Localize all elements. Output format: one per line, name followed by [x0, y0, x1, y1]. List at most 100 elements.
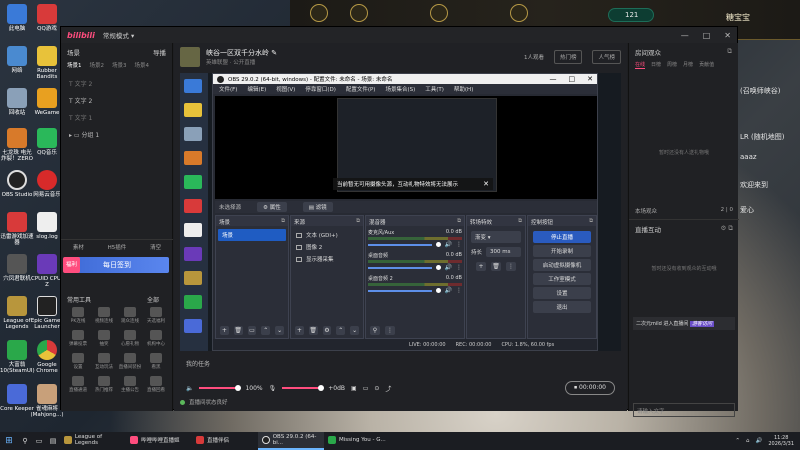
volume-slider[interactable]: [199, 385, 242, 391]
dock-menu-icon[interactable]: ⧉: [281, 218, 285, 224]
desktop-icon-network[interactable]: 网络: [0, 46, 34, 74]
desktop-icon-qq-music[interactable]: QQ音乐: [30, 128, 64, 156]
trash-icon[interactable]: 🗑: [491, 262, 501, 271]
my-tasks[interactable]: 我的任务: [186, 359, 210, 368]
taskbar-app-lol[interactable]: League of Legends: [60, 432, 126, 450]
tab-online[interactable]: 在线: [635, 61, 646, 69]
tool-settings[interactable]: 设置: [65, 353, 91, 370]
tab-scene-4[interactable]: 场景4: [135, 61, 150, 69]
volume-slider[interactable]: [368, 243, 432, 246]
menu-help[interactable]: 帮助(H): [454, 85, 473, 93]
screen-icon[interactable]: ▭: [363, 385, 369, 392]
source-item[interactable]: T 文字 2: [61, 92, 172, 109]
tool-video-link[interactable]: 视频连线: [91, 307, 117, 324]
clear-button[interactable]: 清空: [150, 243, 161, 251]
transition-select[interactable]: 渐变 ▾: [471, 231, 521, 243]
speaker-icon[interactable]: 🔊: [445, 287, 452, 294]
volume-slider[interactable]: [368, 266, 432, 269]
add-icon[interactable]: +: [295, 326, 304, 335]
volume-slider[interactable]: [368, 289, 432, 292]
close-icon[interactable]: ✕: [483, 180, 489, 188]
desktop-icon-core-keeper[interactable]: Core Keeper: [0, 384, 34, 412]
start-icon[interactable]: ⊞: [0, 436, 18, 446]
menu-scene-collection[interactable]: 场景集合(S): [385, 85, 415, 93]
hot-rank-button[interactable]: 热门榜: [553, 50, 583, 64]
volume-icon[interactable]: 🔊: [756, 438, 763, 444]
desktop-icon-xunlei[interactable]: 迅雷游戏加速器: [0, 212, 34, 246]
start-recording-button[interactable]: 开始录制: [533, 245, 591, 257]
tool-interact[interactable]: 互动玩法: [91, 353, 117, 370]
filters-button[interactable]: ▤ 滤镜: [302, 202, 333, 212]
camera-icon[interactable]: ▣: [351, 385, 357, 392]
trash-icon[interactable]: 🗑: [308, 326, 318, 335]
tab-scene-2[interactable]: 场景2: [90, 61, 105, 69]
desktop-icon-slog[interactable]: slog.log: [30, 212, 64, 240]
gear-icon[interactable]: ⋮: [456, 287, 462, 294]
down-icon[interactable]: ⌄: [275, 326, 284, 335]
up-icon[interactable]: ⌃: [336, 326, 346, 335]
desktop-icon-epic[interactable]: Epic Games Launcher: [30, 296, 64, 330]
dock-menu-icon[interactable]: ⧉: [589, 218, 593, 224]
add-icon[interactable]: +: [476, 262, 486, 271]
tool-vote[interactable]: 弹幕投票: [65, 330, 91, 347]
taskbar-app-obs[interactable]: OBS 29.0.2 (64-bi...: [258, 432, 324, 450]
virtual-camera-button[interactable]: 启动虚拟摄像机: [533, 259, 591, 271]
filter-icon[interactable]: ▭: [247, 326, 257, 335]
tab-daily[interactable]: 日榜: [651, 61, 661, 69]
desktop-icon-this-pc[interactable]: 此电脑: [0, 4, 34, 32]
menu-docks[interactable]: 停靠窗口(D): [305, 85, 336, 93]
menu-tools[interactable]: 工具(T): [425, 85, 444, 93]
tool-org-center[interactable]: 机构中心: [143, 330, 169, 347]
add-icon[interactable]: +: [220, 326, 229, 335]
desktop-icon-obs[interactable]: OBS Studio: [0, 170, 34, 198]
chat-input[interactable]: 请输入文字: [633, 403, 735, 417]
file-explorer-icon[interactable]: ▤: [46, 437, 60, 445]
up-icon[interactable]: ⌃: [261, 326, 271, 335]
desktop-icon-mahjong[interactable]: 雀魂麻将(Mahjong...): [30, 384, 64, 418]
desktop-icon-netease-music[interactable]: 网易云音乐: [30, 170, 64, 198]
tool-audience-link[interactable]: 观众连线: [117, 307, 143, 324]
assets-button[interactable]: 素材: [73, 243, 84, 251]
daily-signin-button[interactable]: 福利 每日签到: [63, 257, 169, 273]
tab-scene-1[interactable]: 场景1: [67, 61, 82, 69]
link-icon[interactable]: ⚲: [370, 326, 380, 335]
menu-edit[interactable]: 编辑(E): [247, 85, 266, 93]
duration-input[interactable]: 300 ms: [486, 247, 521, 257]
desktop-icon-chrome[interactable]: Google Chrome: [30, 340, 64, 374]
desktop-icon-recycle-bin[interactable]: 回收站: [0, 88, 34, 116]
desktop-icon-lol[interactable]: League of Legends: [0, 296, 34, 330]
maximize-icon[interactable]: □: [703, 31, 711, 40]
source-item[interactable]: 文本 (GDI+): [293, 229, 361, 241]
tools-more-link[interactable]: 全部: [147, 295, 159, 304]
settings-button[interactable]: 设置: [533, 287, 591, 299]
taskbar-app-partner[interactable]: 直播伴侣: [192, 432, 258, 450]
properties-button[interactable]: ⚙ 属性: [257, 202, 287, 212]
gear-icon[interactable]: ⚙: [322, 326, 332, 335]
tool-hot[interactable]: 热门推荐: [91, 376, 117, 393]
mic-icon[interactable]: 🎙: [269, 385, 277, 392]
tool-replay[interactable]: 直播回看: [143, 376, 169, 393]
chevron-up-icon[interactable]: ⌃: [735, 438, 740, 444]
scene-item[interactable]: 场景: [218, 229, 286, 241]
slider-handle[interactable]: [435, 242, 441, 247]
stop-streaming-button[interactable]: 停止直播: [533, 231, 591, 243]
dock-menu-icon[interactable]: ⧉: [457, 218, 461, 224]
desktop-icon-monopoly[interactable]: 大富翁10(SteamUI): [0, 340, 35, 374]
obs-preview-canvas[interactable]: 当前暂无可用摄像头源，互动礼物特效将无法展示 ✕: [215, 96, 597, 199]
slider-handle[interactable]: [435, 265, 441, 270]
speaker-icon[interactable]: 🔊: [445, 241, 452, 248]
source-item[interactable]: T 文字 1: [61, 109, 172, 126]
slider-handle[interactable]: [435, 288, 441, 293]
tool-blacklist[interactable]: 看黑: [143, 353, 169, 370]
desktop-icon-xuefeng[interactable]: 穴凤君联机: [0, 254, 34, 282]
source-item[interactable]: 图像 2: [293, 241, 361, 253]
desktop-icon-rubber-bandits[interactable]: Rubber Bandits: [30, 46, 64, 80]
maximize-icon[interactable]: □: [569, 75, 576, 83]
source-item[interactable]: 显示器采集: [293, 253, 361, 265]
tool-notice[interactable]: 主播公告: [117, 376, 143, 393]
close-icon[interactable]: ✕: [724, 31, 731, 40]
close-icon[interactable]: ✕: [587, 75, 593, 83]
menu-profile[interactable]: 配置文件(P): [346, 85, 376, 93]
tool-channel[interactable]: 直播通道: [65, 376, 91, 393]
room-cover[interactable]: [180, 47, 200, 67]
